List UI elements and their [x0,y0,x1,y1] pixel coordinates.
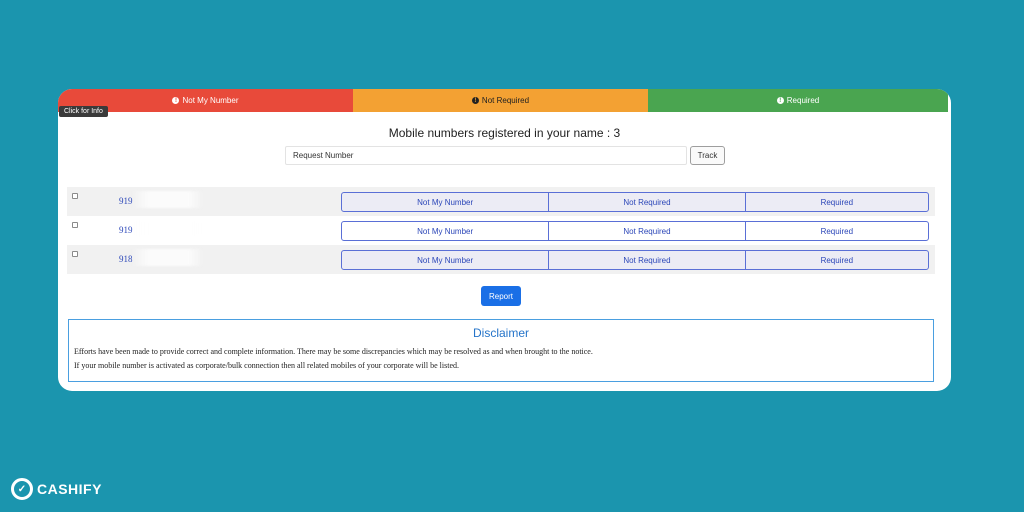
info-icon: ! [776,97,784,104]
row-checkbox[interactable] [72,251,78,257]
page-title: Mobile numbers registered in your name :… [388,126,621,140]
brand-name: CASHIFY [37,481,102,497]
mobile-number: 919 [119,225,133,235]
legend-not-my-number-label: Not My Number [182,96,239,105]
not-required-button[interactable]: Not Required [549,193,746,211]
disclaimer-title: Disclaimer [472,326,529,340]
disclaimer-box: Disclaimer Efforts have been made to pro… [68,319,934,382]
cashify-logo-icon: ✓ [11,478,33,500]
not-required-button[interactable]: Not Required [549,222,746,240]
status-choice-group: Not My Number Not Required Required [341,250,929,270]
brand-logo: ✓ CASHIFY [11,478,102,500]
table-row: 919 Not My Number Not Required Required [67,216,935,245]
redacted-area [132,220,202,237]
numbers-list: 919 Not My Number Not Required Required … [67,187,935,280]
redacted-area [132,249,202,266]
disclaimer-text: If your mobile number is activated as co… [74,361,459,370]
status-choice-group: Not My Number Not Required Required [341,221,929,241]
legend-required-label: Required [786,96,820,105]
legend-bar: ! Not My Number ! Not Required ! Require… [58,89,948,112]
not-my-number-button[interactable]: Not My Number [342,222,550,240]
redacted-area [132,191,202,208]
status-choice-group: Not My Number Not Required Required [341,192,929,212]
mobile-number: 918 [119,254,133,264]
track-button[interactable]: Track [690,146,725,165]
table-row: 919 Not My Number Not Required Required [67,187,935,216]
disclaimer-text: Efforts have been made to provide correc… [74,347,593,356]
info-icon: ! [172,97,180,104]
required-button[interactable]: Required [746,251,928,269]
main-card: ! Not My Number ! Not Required ! Require… [58,89,951,391]
required-button[interactable]: Required [746,193,928,211]
row-checkbox[interactable] [72,222,78,228]
info-tooltip: Click for Info [59,106,108,117]
table-row: 918 Not My Number Not Required Required [67,245,935,274]
required-button[interactable]: Required [746,222,928,240]
not-my-number-button[interactable]: Not My Number [342,251,550,269]
row-checkbox[interactable] [72,193,78,199]
legend-not-required[interactable]: ! Not Required [353,89,648,112]
not-my-number-button[interactable]: Not My Number [342,193,550,211]
report-button[interactable]: Report [481,286,521,306]
legend-required[interactable]: ! Required [648,89,948,112]
not-required-button[interactable]: Not Required [549,251,746,269]
legend-not-required-label: Not Required [481,96,530,105]
request-number-input[interactable]: Request Number [285,146,687,165]
mobile-number: 919 [119,196,133,206]
info-icon: ! [471,97,479,104]
